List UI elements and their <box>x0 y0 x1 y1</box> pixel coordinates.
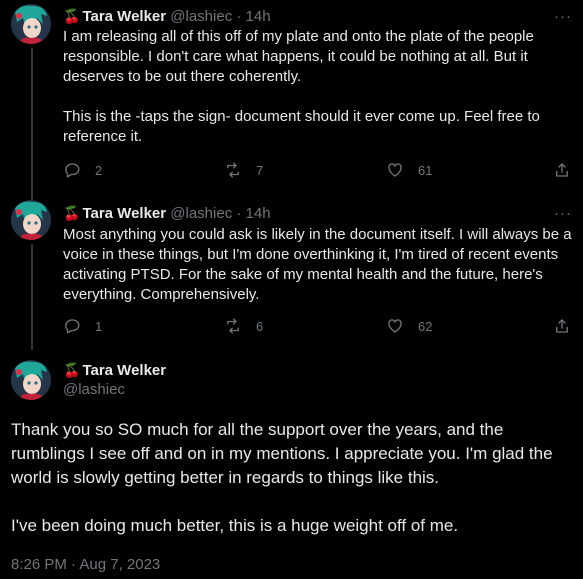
avatar[interactable] <box>11 360 51 400</box>
retweet-icon <box>227 162 239 178</box>
cherry-emoji: 🍒 <box>63 8 81 24</box>
more-icon[interactable]: ··· <box>553 6 573 26</box>
retweet-button[interactable]: 7 <box>224 161 263 179</box>
reply-button[interactable]: 1 <box>63 317 102 335</box>
retweet-count: 7 <box>256 162 264 178</box>
post-timestamp[interactable]: 8:26 PM · Aug 7, 2023 <box>11 555 160 575</box>
display-name[interactable]: Tara Welker <box>82 205 166 222</box>
like-icon <box>388 319 402 333</box>
like-count: 62 <box>418 318 433 334</box>
tweet-actions: 2 7 61 <box>63 161 573 181</box>
tweet-text: I am releasing all of this off of my pla… <box>63 28 540 145</box>
share-icon <box>556 163 568 177</box>
reply-count: 1 <box>95 318 103 334</box>
reply-button[interactable]: 2 <box>63 161 102 179</box>
user-handle[interactable]: @lashiec <box>63 380 125 400</box>
avatar[interactable] <box>11 200 51 240</box>
tweet-text: Most anything you could ask is likely in… <box>63 226 576 303</box>
like-count: 61 <box>418 162 433 178</box>
share-button[interactable] <box>553 161 571 179</box>
reply-count: 2 <box>95 162 103 178</box>
timestamp[interactable]: 14h <box>246 8 271 25</box>
share-icon <box>556 319 568 333</box>
cherry-emoji: 🍒 <box>63 362 81 378</box>
tweet-header: 🍒 Tara Welker @lashiec · 14h <box>63 203 271 224</box>
cherry-emoji: 🍒 <box>63 205 81 221</box>
retweet-icon <box>227 318 239 334</box>
display-name-text[interactable]: Tara Welker <box>82 362 166 379</box>
like-icon <box>388 163 402 177</box>
tweet-actions: 1 6 62 <box>63 317 573 337</box>
timestamp[interactable]: 14h <box>246 205 271 222</box>
tweet-text: Thank you so SO much for all the support… <box>11 420 553 535</box>
user-handle[interactable]: @lashiec <box>170 8 232 25</box>
tweet[interactable]: 🍒 Tara Welker @lashiec · 14h ··· I am rel… <box>0 0 583 196</box>
reply-icon <box>65 163 80 178</box>
tweet-header: 🍒 Tara Welker @lashiec · 14h <box>63 6 271 27</box>
separator-dot: · <box>236 8 242 25</box>
separator-dot: · <box>236 205 242 222</box>
retweet-count: 6 <box>256 318 264 334</box>
share-button[interactable] <box>553 317 571 335</box>
retweet-button[interactable]: 6 <box>224 317 263 335</box>
user-handle[interactable]: @lashiec <box>170 205 232 222</box>
main-tweet: 🍒 Tara Welker @lashiec Thank you so SO mu… <box>0 350 583 579</box>
display-name[interactable]: 🍒 Tara Welker <box>63 360 166 381</box>
avatar[interactable] <box>11 4 51 44</box>
tweet[interactable]: 🍒 Tara Welker @lashiec · 14h ··· Most any… <box>0 196 583 346</box>
display-name[interactable]: Tara Welker <box>82 8 166 25</box>
reply-icon <box>65 319 80 334</box>
like-button[interactable]: 61 <box>386 161 432 179</box>
more-icon[interactable]: ··· <box>553 203 573 223</box>
like-button[interactable]: 62 <box>386 317 432 335</box>
